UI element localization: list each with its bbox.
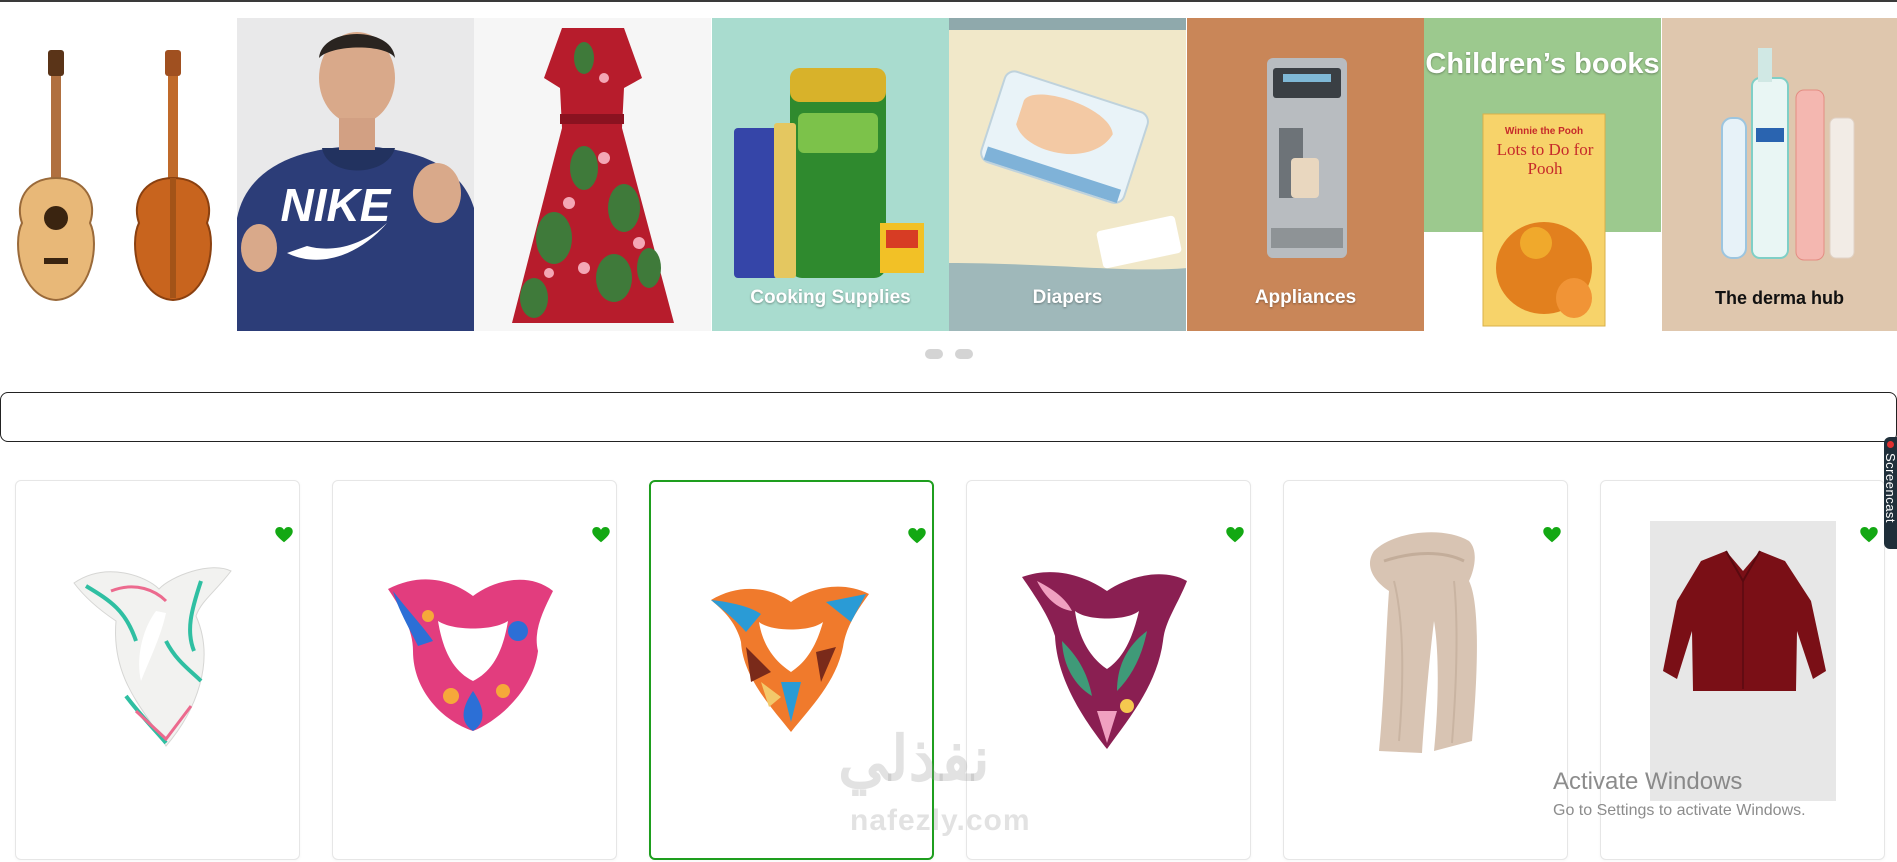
- product-image: [388, 579, 553, 731]
- product-image: [1369, 532, 1477, 753]
- tile-caption: The derma hub: [1714, 288, 1844, 308]
- category-tile-childrens-books[interactable]: Children’s books Winnie the Pooh Lots to…: [1424, 18, 1661, 331]
- product-card[interactable]: [1283, 480, 1568, 860]
- tile-caption: Appliances: [1254, 287, 1357, 308]
- watermark-latin: nafezly.com: [850, 804, 1031, 837]
- tile-caption: Children’s books: [1425, 48, 1660, 80]
- category-tile-derma-hub[interactable]: The derma hub: [1662, 18, 1897, 331]
- book-title: Lots to Do for Pooh: [1496, 140, 1594, 178]
- product-card-selected[interactable]: [649, 480, 934, 860]
- category-tile-dress[interactable]: [474, 18, 711, 331]
- activation-title: Activate Windows: [1553, 768, 1743, 795]
- category-tile-cooking-supplies[interactable]: Cooking Supplies: [712, 18, 949, 331]
- banner-carousel[interactable]: NIKE Cooking Supplies Diapers Appliances…: [0, 18, 1897, 331]
- carousel-dot-2[interactable]: [955, 349, 973, 359]
- side-tab-label: Screencast: [1884, 453, 1897, 524]
- screencast-side-tab[interactable]: Screencast: [1884, 437, 1897, 549]
- product-image: [73, 567, 232, 747]
- category-tile-guitars[interactable]: [0, 18, 237, 331]
- carousel-dot-1[interactable]: [925, 349, 943, 359]
- product-card[interactable]: [15, 480, 300, 860]
- windows-activation-notice: Activate Windows Go to Settings to activ…: [1553, 768, 1806, 820]
- search-bar[interactable]: [0, 392, 1897, 442]
- category-tile-hoodie[interactable]: NIKE: [237, 18, 474, 331]
- product-card[interactable]: [332, 480, 617, 860]
- product-card[interactable]: [966, 480, 1251, 860]
- carousel-pagination: [925, 349, 973, 359]
- category-tile-diapers[interactable]: Diapers: [949, 18, 1186, 331]
- book-brand: Winnie the Pooh: [1504, 126, 1584, 137]
- activation-subtitle: Go to Settings to activate Windows.: [1553, 802, 1806, 819]
- search-input[interactable]: [1, 393, 1896, 441]
- tile-caption: Diapers: [1032, 287, 1103, 308]
- record-icon: [1887, 441, 1894, 448]
- tile-caption: Cooking Supplies: [750, 287, 911, 308]
- top-border: [0, 0, 1897, 2]
- category-tile-appliances[interactable]: Appliances: [1187, 18, 1424, 331]
- watermark-arabic: نفذلي: [838, 725, 990, 794]
- hoodie-print: NIKE: [280, 179, 391, 231]
